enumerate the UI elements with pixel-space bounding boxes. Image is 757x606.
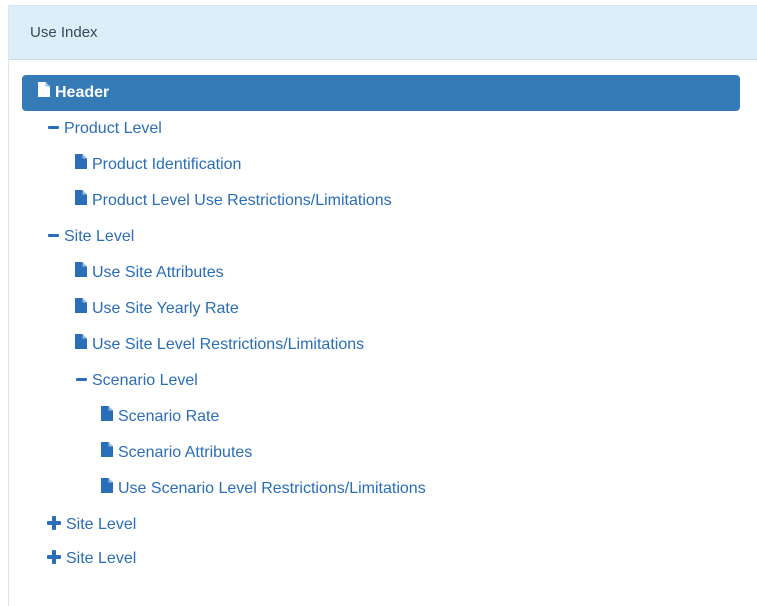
file-icon	[38, 75, 50, 111]
tree-item-scenario-attributes[interactable]: Scenario Attributes	[101, 438, 252, 468]
panel-title: Use Index	[9, 6, 757, 60]
minus-icon[interactable]	[48, 234, 59, 238]
tree-item-label: Scenario Rate	[118, 408, 220, 426]
tree-item-use-site-attributes[interactable]: Use Site Attributes	[75, 258, 224, 288]
tree-item-label: Use Site Level Restrictions/Limitations	[92, 336, 365, 354]
tree-item-product-identification[interactable]: Product Identification	[75, 150, 241, 180]
tree-item-label: Site Level	[66, 550, 137, 567]
file-icon	[101, 474, 113, 504]
plus-icon[interactable]	[47, 550, 61, 565]
tree-item-label: Scenario Attributes	[118, 444, 253, 462]
tree-item-label: Scenario Level	[92, 372, 198, 389]
tree-item-site-level[interactable]: Site Level	[48, 222, 134, 252]
tree-item-label: Use Site Yearly Rate	[92, 300, 239, 318]
tree-item-label: Product Identification	[92, 156, 242, 174]
tree-item-label: Use Scenario Level Restrictions/Limitati…	[118, 480, 426, 498]
file-icon	[75, 330, 87, 360]
file-icon	[101, 438, 113, 468]
file-icon	[75, 186, 87, 216]
file-icon	[75, 150, 87, 180]
tree-item-site-level-collapsed[interactable]: Site Level	[47, 510, 136, 540]
plus-icon[interactable]	[47, 516, 61, 531]
tree-item-use-site-level-restrictions[interactable]: Use Site Level Restrictions/Limitations	[75, 330, 364, 360]
tree-item-label: Product Level	[64, 120, 162, 137]
minus-icon[interactable]	[48, 126, 59, 130]
tree-item-label: Site Level	[64, 228, 135, 245]
tree-item-label: Site Level	[66, 516, 137, 533]
tree-item-label: Product Level Use Restrictions/Limitatio…	[92, 192, 392, 210]
file-icon	[75, 294, 87, 324]
tree-item-site-level-collapsed[interactable]: Site Level	[47, 544, 136, 574]
tree-item-use-site-yearly-rate[interactable]: Use Site Yearly Rate	[75, 294, 239, 324]
tree-item-header[interactable]: Header	[22, 75, 740, 111]
minus-icon[interactable]	[76, 378, 87, 382]
tree-item-use-scenario-level-restrictions[interactable]: Use Scenario Level Restrictions/Limitati…	[101, 474, 426, 504]
tree-item-product-level[interactable]: Product Level	[48, 114, 162, 144]
tree-item-label: Use Site Attributes	[92, 264, 224, 282]
tree-item-scenario-level[interactable]: Scenario Level	[76, 366, 198, 396]
tree-item-product-level-restrictions[interactable]: Product Level Use Restrictions/Limitatio…	[75, 186, 392, 216]
tree-item-label: Header	[55, 84, 110, 102]
tree-item-scenario-rate[interactable]: Scenario Rate	[101, 402, 219, 432]
file-icon	[101, 402, 113, 432]
file-icon	[75, 258, 87, 288]
